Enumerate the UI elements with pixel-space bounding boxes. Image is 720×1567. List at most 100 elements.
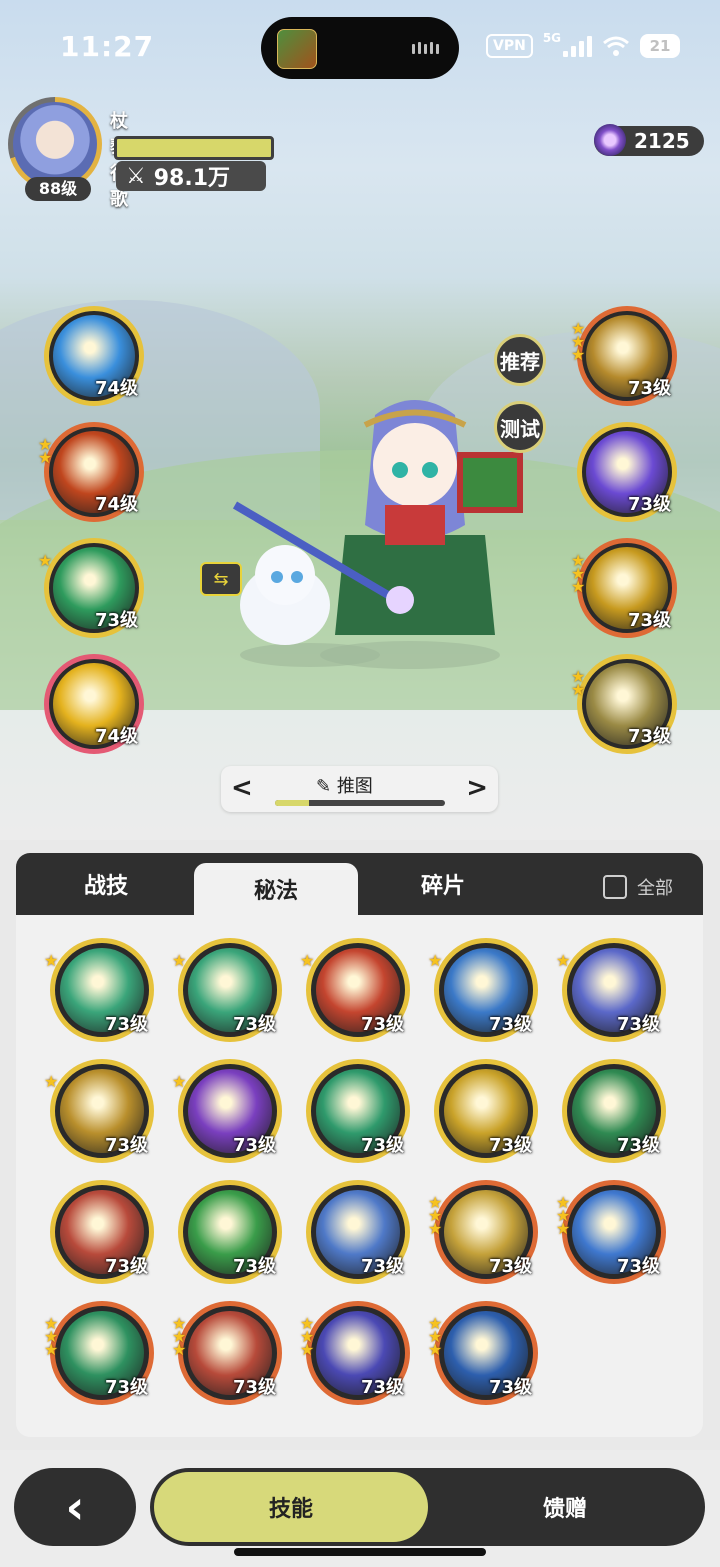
player-level: 88级 (25, 177, 91, 201)
star-rating: ★ (44, 951, 59, 970)
skill-slot[interactable]: 73级 ★ ★ (571, 654, 677, 754)
battery-indicator: 21 (640, 34, 681, 58)
star-rating: ★ ★ (571, 669, 586, 699)
star-icon: ★ (38, 551, 53, 570)
nav-gifts[interactable]: 馈赠 (440, 1472, 690, 1542)
skill-slot[interactable]: 73级 ★ (44, 1059, 154, 1163)
dynamic-island (261, 17, 459, 79)
skill-level: 73级 (104, 1377, 148, 1398)
swap-pet-button[interactable]: ⇆ (200, 562, 242, 596)
star-icon: ★ (428, 951, 443, 970)
star-icon: ★ (428, 1340, 443, 1359)
skill-level: 73级 (488, 1135, 532, 1156)
star-icon: ★ (44, 951, 59, 970)
combat-power: ⚔ 98.1万 (116, 161, 266, 191)
skill-level: 73级 (360, 1135, 404, 1156)
check-all[interactable]: 全部 (603, 874, 673, 900)
tab-combat-skills[interactable]: 战技 (16, 853, 196, 915)
skill-slot[interactable]: 74级 (44, 306, 144, 406)
star-icon: ★ (300, 951, 315, 970)
skill-slot[interactable]: 74级 ★ ★ (38, 422, 144, 522)
checkbox[interactable] (603, 875, 627, 899)
tab-fragments[interactable]: 碎片 (358, 853, 528, 915)
skill-level: 73级 (627, 726, 671, 747)
star-rating: ★ ★ (38, 437, 53, 467)
star-rating: ★ (172, 1074, 186, 1090)
skill-slot[interactable]: 73级 ★ (556, 938, 666, 1042)
skill-level: 74级 (94, 494, 138, 515)
star-icon: ★ (556, 951, 571, 970)
skill-slot[interactable]: 73级 (577, 422, 677, 522)
star-icon: ★ (44, 1072, 59, 1091)
skill-level: 73级 (488, 1377, 532, 1398)
home-indicator[interactable] (234, 1548, 486, 1556)
skill-level: 73级 (232, 1256, 276, 1277)
skill-slot[interactable]: 73级 (562, 1059, 666, 1163)
skill-level: 73级 (616, 1014, 660, 1035)
star-rating: ★ (38, 551, 53, 570)
star-rating: ★ ★ ★ (300, 1316, 314, 1358)
stage-selector: < ✎ 推图 > (221, 766, 498, 812)
next-stage-button[interactable]: > (466, 773, 488, 803)
skill-slot[interactable]: 73级 ★ (300, 938, 410, 1042)
stage-progress (275, 800, 445, 806)
avatar[interactable] (13, 102, 97, 186)
skill-slot[interactable]: 73级 ★ (428, 938, 538, 1042)
star-rating: ★ ★ ★ (571, 321, 586, 364)
skill-level: 73级 (232, 1014, 276, 1035)
skill-slot[interactable]: 73级 ★ (44, 938, 154, 1042)
tab-bar: 战技 秘法 碎片 全部 (16, 853, 703, 915)
star-icon: ★ (172, 1340, 187, 1359)
gem-currency[interactable]: 2125 (594, 124, 704, 156)
combat-power-value: 98.1万 (153, 166, 231, 191)
back-button[interactable]: ‹ (14, 1468, 136, 1546)
skill-slot[interactable]: 73级 (306, 1180, 410, 1284)
skill-slot[interactable]: 73级 ★ ★ ★ (172, 1301, 282, 1405)
skill-slot[interactable]: 73级 ★ (172, 1059, 282, 1163)
app-icon (277, 29, 317, 69)
skill-slot[interactable]: 74级 (44, 654, 144, 754)
skill-level: 73级 (627, 378, 671, 399)
skill-slot[interactable]: 73级 ★ ★ ★ (556, 1180, 666, 1284)
test-button[interactable]: 测试 (494, 401, 546, 453)
skill-slot[interactable]: 73级 (178, 1180, 282, 1284)
stage-title: ✎ 推图 (316, 772, 373, 798)
network-type: 5G (542, 31, 562, 45)
skill-level: 73级 (104, 1256, 148, 1277)
chevron-left-icon: ‹ (65, 1480, 85, 1534)
skill-slot[interactable]: 73级 ★ (172, 938, 282, 1042)
star-icon: ★ (428, 1219, 443, 1238)
skill-slot[interactable]: 73级 (50, 1180, 154, 1284)
pencil-icon: ✎ (316, 776, 337, 797)
star-icon: ★ (38, 448, 53, 467)
star-rating: ★ (556, 951, 571, 970)
skill-panel: 战技 秘法 碎片 全部 73级 ★ 73级 ★ 73级 ★ 73级 ★ 73级 ★ 73级 ★ 73级 ★… (16, 853, 703, 1437)
skill-slot[interactable]: 73级 ★ ★ ★ (571, 306, 677, 406)
skill-slot[interactable]: 73级 (434, 1059, 538, 1163)
stage-title-text: 推图 (336, 776, 373, 797)
bottom-nav: 技能 馈赠 (150, 1468, 705, 1546)
recommend-button[interactable]: 推荐 (494, 334, 546, 386)
skill-level: 73级 (627, 610, 671, 631)
tab-secret-arts[interactable]: 秘法 (194, 863, 358, 915)
skill-slot[interactable]: 73级 ★ ★ ★ (571, 538, 677, 638)
skill-slot[interactable]: 73级 ★ ★ ★ (428, 1301, 538, 1405)
skill-level: 73级 (616, 1135, 660, 1156)
skill-slot[interactable]: 73级 ★ ★ ★ (300, 1301, 410, 1405)
star-rating: ★ ★ ★ (428, 1316, 443, 1359)
skill-level: 73级 (104, 1014, 148, 1035)
star-icon: ★ (571, 680, 586, 699)
skill-slot[interactable]: 73级 ★ (38, 538, 144, 638)
star-icon: ★ (571, 345, 586, 364)
star-rating: ★ ★ ★ (172, 1316, 187, 1359)
skill-level: 73级 (627, 494, 671, 515)
skill-slot[interactable]: 73级 (306, 1059, 410, 1163)
skill-slot[interactable]: 73级 ★ ★ ★ (44, 1301, 154, 1405)
skill-level: 73级 (232, 1135, 276, 1156)
audio-wave-icon (412, 42, 439, 54)
prev-stage-button[interactable]: < (231, 773, 253, 803)
gem-amount: 2125 (634, 129, 690, 153)
skill-slot[interactable]: 73级 ★ ★ ★ (428, 1180, 538, 1284)
skill-level: 73级 (360, 1256, 404, 1277)
nav-skills[interactable]: 技能 (154, 1472, 428, 1542)
